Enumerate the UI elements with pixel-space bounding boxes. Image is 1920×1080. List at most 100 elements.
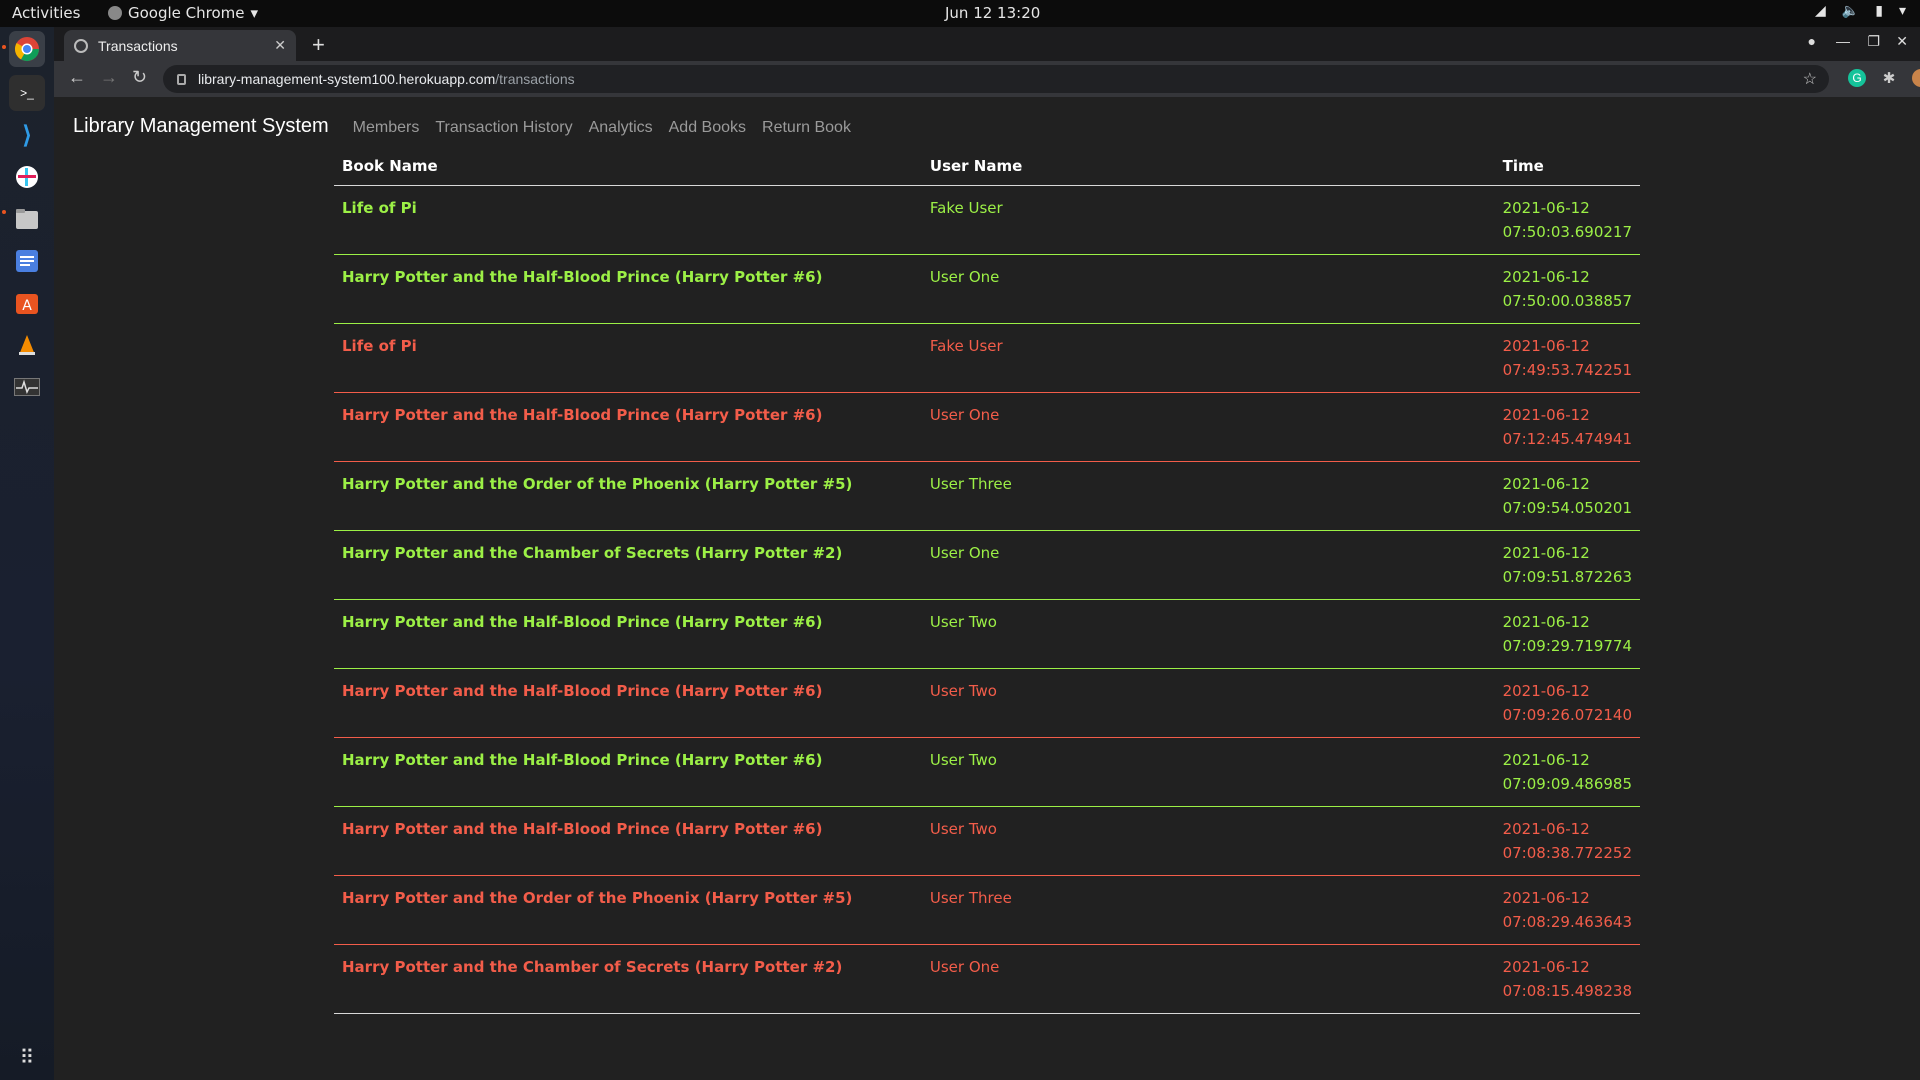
globe-icon [74, 38, 88, 53]
chrome-dock-icon[interactable] [9, 31, 45, 67]
table-row: Harry Potter and the Half-Blood Prince (… [334, 392, 1640, 462]
time-text: 07:08:38.772252 [1502, 844, 1632, 862]
system-top-bar: Activities Google Chrome ▾ Jun 12 13:20 … [0, 0, 1920, 27]
page-content: Library Management System Members Transa… [54, 97, 1920, 1080]
date-text: 2021-06-12 [1502, 751, 1590, 769]
tab-title: Transactions [98, 37, 178, 54]
date-text: 2021-06-12 [1502, 958, 1590, 976]
user-name-cell: User One [921, 392, 1495, 462]
table-row: Harry Potter and the Half-Blood Prince (… [334, 254, 1640, 324]
time-text: 07:49:53.742251 [1502, 361, 1632, 379]
nav-link-analytics[interactable]: Analytics [589, 119, 653, 137]
date-text: 2021-06-12 [1502, 268, 1590, 286]
user-name-cell: User Two [921, 806, 1495, 876]
table-row: Life of Pi Fake User 2021-06-12 07:49:53.74… [334, 323, 1640, 393]
grammarly-icon[interactable]: G [1848, 69, 1866, 87]
time-text: 07:09:51.872263 [1502, 568, 1632, 586]
tab-strip: Transactions ✕ + ● — ❐ ✕ [54, 27, 1920, 61]
terminal-icon[interactable]: >_ [9, 75, 45, 111]
url-path: /transactions [495, 71, 575, 87]
nav-link-add-books[interactable]: Add Books [669, 119, 746, 137]
extensions-icon[interactable]: ✱ [1880, 69, 1898, 87]
date-text: 2021-06-12 [1502, 544, 1590, 562]
time-cell: 2021-06-12 07:49:53.742251 [1494, 323, 1640, 393]
wifi-icon: ◢ [1815, 3, 1826, 19]
window-close-icon[interactable]: ✕ [1896, 33, 1908, 50]
time-text: 07:09:26.072140 [1502, 706, 1632, 724]
system-tray[interactable]: ◢ 🔈 ▮ ▾ [1815, 3, 1906, 19]
restore-icon[interactable]: ❐ [1867, 33, 1880, 50]
table-row: Life of Pi Fake User 2021-06-12 07:50:03.69… [334, 185, 1640, 255]
time-cell: 2021-06-12 07:09:09.486985 [1494, 737, 1640, 807]
book-name-cell: Harry Potter and the Chamber of Secrets … [334, 944, 922, 1014]
date-text: 2021-06-12 [1502, 613, 1590, 631]
minimize-icon[interactable]: — [1836, 33, 1850, 49]
time-cell: 2021-06-12 07:12:45.474941 [1494, 392, 1640, 462]
new-tab-button[interactable]: + [312, 32, 325, 58]
date-text: 2021-06-12 [1502, 337, 1590, 355]
user-name-cell: User One [921, 254, 1495, 324]
table-row: Harry Potter and the Chamber of Secrets … [334, 530, 1640, 600]
table-row: Harry Potter and the Half-Blood Prince (… [334, 737, 1640, 807]
date-text: 2021-06-12 [1502, 199, 1590, 217]
tasks-icon[interactable] [9, 243, 45, 279]
reload-icon[interactable]: ↻ [132, 67, 147, 88]
time-text: 07:50:03.690217 [1502, 223, 1632, 241]
clock[interactable]: Jun 12 13:20 [945, 4, 1040, 22]
user-name-cell: User Two [921, 737, 1495, 807]
time-text: 07:09:09.486985 [1502, 775, 1632, 793]
url-host: library-management-system100.herokuapp.c… [198, 71, 496, 87]
date-text: 2021-06-12 [1502, 406, 1590, 424]
vlc-icon[interactable] [9, 327, 45, 363]
nav-link-members[interactable]: Members [353, 119, 420, 137]
chrome-icon [14, 37, 39, 62]
time-text: 07:12:45.474941 [1502, 430, 1632, 448]
book-name-cell: Harry Potter and the Order of the Phoeni… [334, 875, 922, 945]
volume-icon: 🔈 [1841, 3, 1860, 19]
nav-link-transaction-history[interactable]: Transaction History [435, 119, 572, 137]
app-menu-label: Google Chrome [128, 4, 245, 22]
table-header-row: Book Name User Name Time [334, 147, 1640, 186]
close-icon[interactable]: ✕ [274, 37, 286, 54]
bookmark-star-icon[interactable]: ☆ [1803, 69, 1817, 89]
time-cell: 2021-06-12 07:09:29.719774 [1494, 599, 1640, 669]
time-cell: 2021-06-12 07:09:26.072140 [1494, 668, 1640, 738]
system-monitor-icon[interactable] [9, 369, 45, 405]
book-name-cell: Harry Potter and the Half-Blood Prince (… [334, 392, 922, 462]
book-name-cell: Life of Pi [334, 185, 922, 255]
time-text: 07:50:00.038857 [1502, 292, 1632, 310]
time-text: 07:08:29.463643 [1502, 913, 1632, 931]
software-center-icon[interactable]: A [9, 285, 45, 321]
date-text: 2021-06-12 [1502, 682, 1590, 700]
brand-link[interactable]: Library Management System [73, 115, 329, 138]
avatar[interactable] [1912, 69, 1920, 87]
profile-menu-icon[interactable]: ● [1808, 33, 1816, 49]
user-name-cell: User Two [921, 599, 1495, 669]
table-row: Harry Potter and the Chamber of Secrets … [334, 944, 1640, 1014]
date-text: 2021-06-12 [1502, 820, 1590, 838]
files-icon[interactable] [9, 201, 45, 237]
tab-transactions[interactable]: Transactions ✕ [64, 30, 296, 61]
caret-down-icon: ▾ [1898, 3, 1906, 19]
time-text: 07:08:15.498238 [1502, 982, 1632, 1000]
nav-link-return-book[interactable]: Return Book [762, 119, 851, 137]
time-cell: 2021-06-12 07:50:00.038857 [1494, 254, 1640, 324]
app-grid-icon[interactable]: ⠿ [9, 1039, 45, 1075]
table-row: Harry Potter and the Half-Blood Prince (… [334, 599, 1640, 669]
back-icon[interactable]: ← [68, 67, 86, 88]
address-bar[interactable]: library-management-system100.herokuapp.c… [163, 65, 1829, 93]
caret-down-icon: ▾ [250, 4, 259, 22]
time-cell: 2021-06-12 07:08:15.498238 [1494, 944, 1640, 1014]
book-name-cell: Harry Potter and the Half-Blood Prince (… [334, 737, 922, 807]
vscode-icon[interactable]: ⟩ [9, 117, 45, 153]
forward-icon[interactable]: → [100, 67, 118, 88]
svg-text:A: A [22, 298, 32, 314]
date-text: 2021-06-12 [1502, 475, 1590, 493]
activities-button[interactable]: Activities [12, 4, 80, 22]
url-text: library-management-system100.herokuapp.c… [198, 71, 575, 87]
user-name-cell: User One [921, 530, 1495, 600]
battery-icon: ▮ [1875, 3, 1883, 19]
table-row: Harry Potter and the Half-Blood Prince (… [334, 668, 1640, 738]
slack-icon[interactable] [9, 159, 45, 195]
app-menu[interactable]: Google Chrome ▾ [108, 4, 258, 22]
